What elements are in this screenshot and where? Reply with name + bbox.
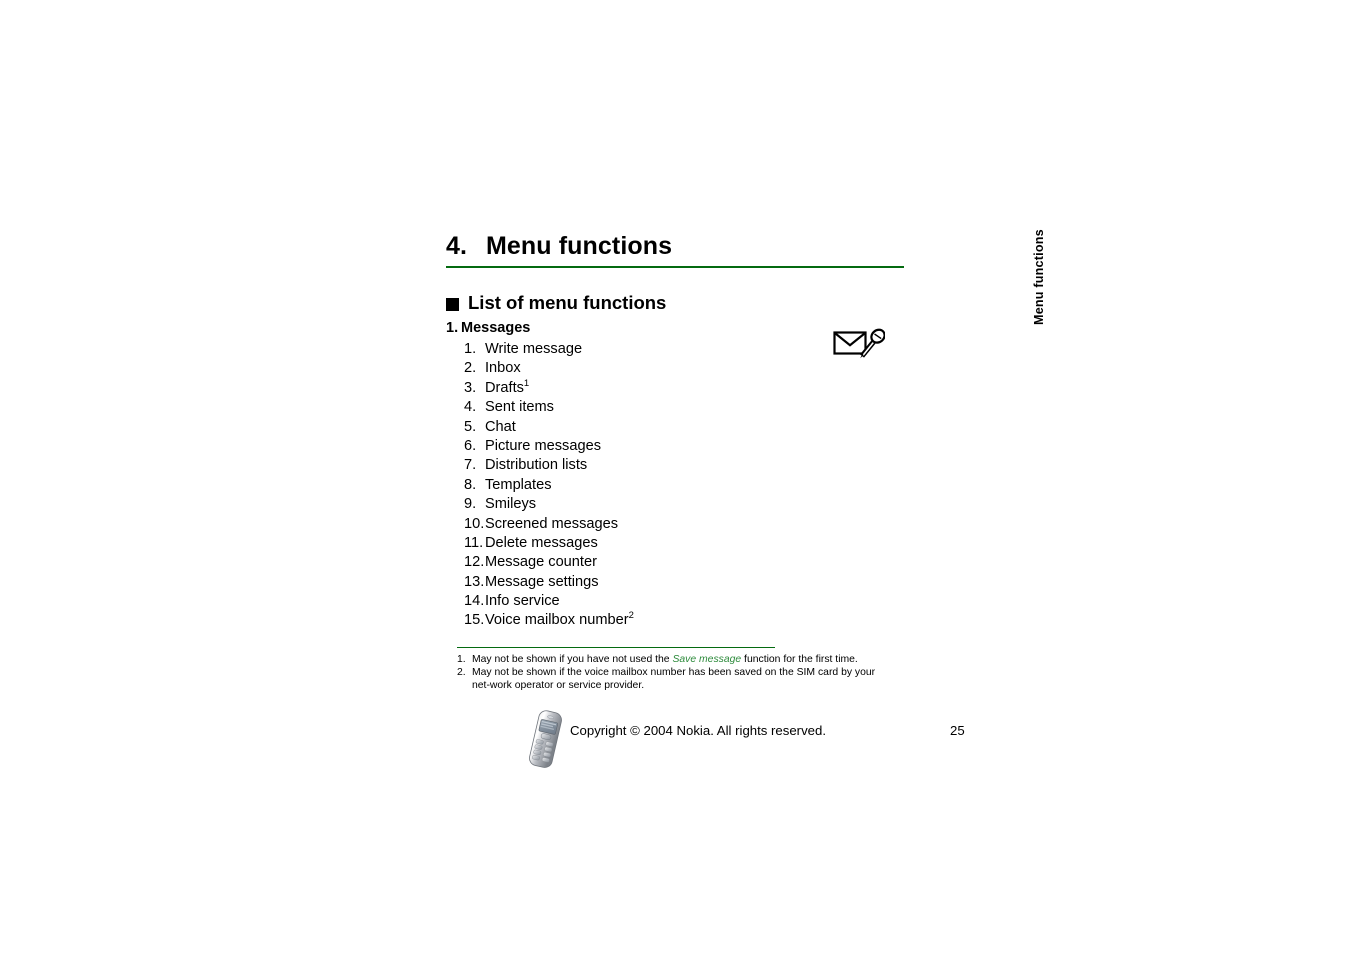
list-item-label: Voice mailbox number2 (485, 610, 634, 629)
chapter-heading: 4. Menu functions (446, 232, 904, 268)
footnote-number: 2. (457, 667, 466, 678)
section-heading: List of menu functions (446, 292, 666, 314)
list-item-number: 8. (464, 476, 477, 493)
footnote-number: 1. (457, 654, 466, 665)
menu-top-item-label: Messages (461, 320, 531, 336)
nokia-phone-photo (523, 708, 568, 770)
list-item-label: Info service (485, 593, 560, 610)
list-item: 10. Screened messages (464, 516, 634, 535)
list-item-number: 9. (464, 496, 477, 513)
list-item-label: Delete messages (485, 534, 598, 551)
footnote-emphasis: Save message (672, 654, 742, 665)
list-item: 5. Chat (464, 419, 634, 438)
list-item-label: Templates (485, 476, 552, 493)
list-item-number: 12. (464, 554, 485, 571)
list-item-label: Sent items (485, 399, 554, 416)
page-title: Menu functions (486, 232, 673, 260)
list-item-number: 4. (464, 399, 477, 416)
list-item: 7. Distribution lists (464, 457, 634, 476)
list-item: 4. Sent items (464, 399, 634, 418)
list-item: 9. Smileys (464, 496, 634, 515)
chapter-rule-divider (446, 266, 904, 268)
list-item-label: Message settings (485, 573, 599, 590)
footnote-item: 1. May not be shown if you have not used… (457, 653, 887, 666)
filled-square-bullet-icon (446, 297, 459, 311)
list-item-number: 5. (464, 418, 477, 435)
list-item-number: 2. (464, 360, 477, 377)
menu-top-item-messages: 1. Messages (446, 320, 530, 336)
list-item-number: 7. (464, 457, 477, 474)
list-item-number: 15. (464, 612, 485, 629)
list-item: 15. Voice mailbox number2 (464, 610, 634, 631)
list-item-label: Drafts1 (485, 377, 530, 396)
list-item-label: Chat (485, 418, 516, 435)
menu-top-item-number: 1. (446, 320, 459, 336)
list-item-footnote-marker: 1 (523, 377, 530, 389)
list-item-label: Distribution lists (485, 457, 588, 474)
list-item: 12. Message counter (464, 554, 634, 573)
list-item-number: 14. (464, 593, 485, 610)
list-item-label: Write message (485, 341, 583, 357)
list-item-label: Smileys (485, 496, 537, 513)
page-number: 25 (950, 723, 965, 738)
list-item-label: Screened messages (485, 515, 619, 532)
menu-submenu-list: 1. Write message 2. Inbox 3. Drafts1 4. … (464, 341, 634, 632)
list-item-number: 1. (464, 341, 477, 357)
section-heading-label: List of menu functions (468, 292, 667, 313)
chapter-heading-line: 4. Menu functions (446, 232, 904, 261)
list-item: 6. Picture messages (464, 438, 634, 457)
list-item: 1. Write message (464, 341, 634, 360)
list-item-number: 13. (464, 573, 485, 590)
footnote-rule-divider (457, 647, 775, 649)
list-item-number: 6. (464, 437, 477, 454)
list-item-number: 3. (464, 379, 477, 396)
list-item: 3. Drafts1 (464, 377, 634, 399)
footnote-text: May not be shown if you have not used th… (472, 654, 858, 665)
list-item: 14. Info service (464, 593, 634, 612)
list-item: 2. Inbox (464, 360, 634, 379)
list-item-number: 11. (464, 534, 484, 551)
footnotes-block: 1. May not be shown if you have not used… (457, 653, 887, 692)
list-item-label: Message counter (485, 554, 597, 571)
list-item-number: 10. (464, 515, 485, 532)
list-item-label: Inbox (485, 360, 521, 377)
list-item-footnote-marker: 2 (628, 610, 634, 622)
list-item-label: Picture messages (485, 437, 601, 454)
document-page: 4. Menu functions List of menu functions… (0, 0, 1351, 954)
side-tab: Menu functions (1008, 215, 1068, 325)
chapter-number: 4. (446, 232, 468, 260)
list-item: 8. Templates (464, 477, 634, 496)
list-item: 11. Delete messages (464, 535, 634, 554)
list-item: 13. Message settings (464, 574, 634, 593)
envelope-with-pen-icon (833, 326, 886, 360)
side-tab-label: Menu functions (1032, 229, 1046, 325)
footnote-text: May not be shown if the voice mailbox nu… (472, 667, 876, 691)
footnote-item: 2. May not be shown if the voice mailbox… (457, 666, 887, 692)
copyright-text: Copyright © 2004 Nokia. All rights reser… (570, 723, 827, 738)
